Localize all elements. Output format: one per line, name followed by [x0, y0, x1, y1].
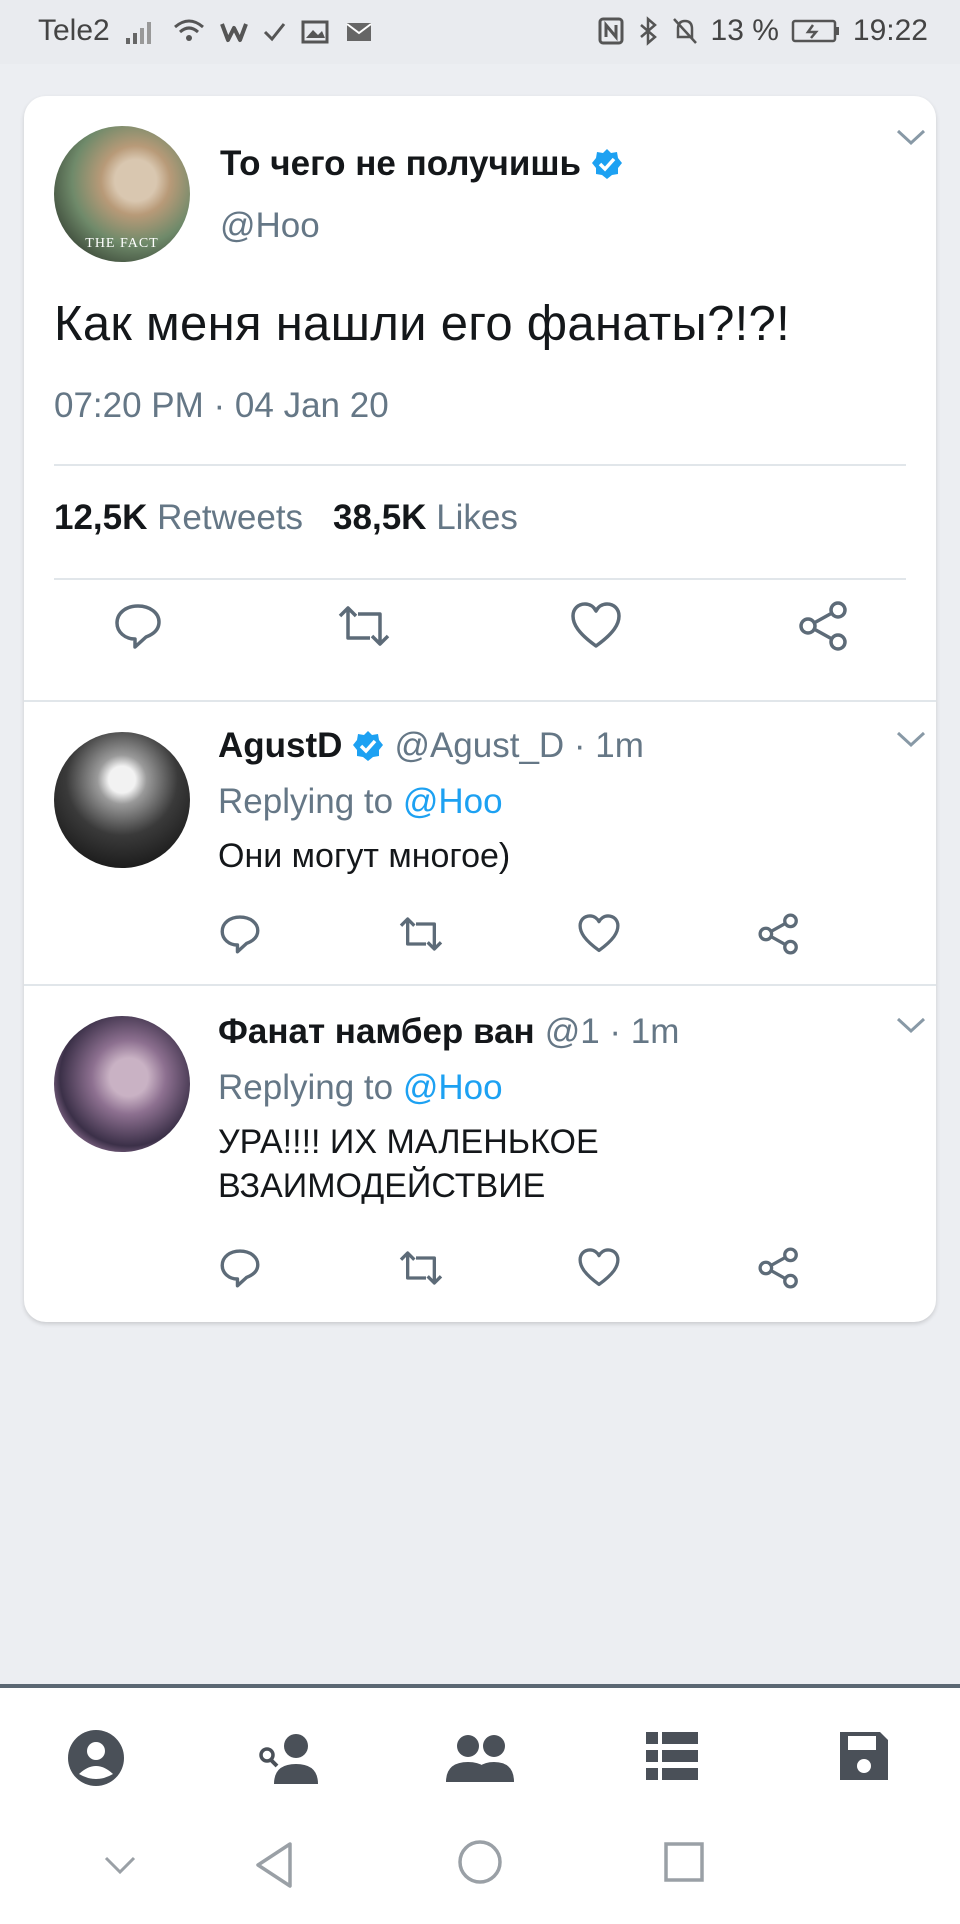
carrier-label: Tele2 [38, 14, 110, 47]
retweets-label: Retweets [157, 498, 304, 537]
retweets-stat[interactable]: 12,5K Retweets [54, 498, 303, 538]
likes-count: 38,5K [333, 498, 427, 537]
chevron-down-icon[interactable] [894, 728, 928, 750]
likes-stat[interactable]: 38,5K Likes [333, 498, 518, 538]
hide-chevron-icon[interactable] [100, 1850, 140, 1880]
tweet-timestamp: 07:20 PM · 04 Jan 20 [54, 386, 389, 425]
replying-to: Replying to @Hoo [218, 782, 503, 822]
chevron-down-icon[interactable] [894, 126, 928, 148]
signal-icon [125, 22, 151, 44]
list-icon[interactable] [644, 1728, 700, 1784]
reply-icon[interactable] [218, 1246, 262, 1290]
mute-bell-icon [672, 18, 697, 44]
retweet-icon[interactable] [396, 1246, 446, 1290]
divider [54, 578, 906, 580]
verified-badge-icon [592, 149, 623, 179]
reply-icon[interactable] [218, 912, 262, 956]
reply-avatar[interactable] [54, 732, 190, 868]
reply-icon[interactable] [112, 600, 164, 652]
profile-icon[interactable] [66, 1728, 126, 1788]
divider [54, 464, 906, 466]
nfc-icon [598, 17, 624, 45]
tweet-text: Как меня нашли его фанаты?!?! [54, 297, 790, 351]
separator [24, 700, 936, 702]
check-icon [263, 23, 285, 42]
reply-text: УРА!!!! ИХ МАЛЕНЬКОЕ ВЗАИМОДЕЙСТВИЕ [218, 1123, 599, 1205]
like-heart-icon[interactable] [576, 912, 622, 956]
author-name: То чего не получишь [220, 144, 582, 183]
share-icon[interactable] [756, 912, 802, 956]
reply-author-name: Фанат намбер ван [218, 1012, 535, 1051]
separator [24, 984, 936, 986]
gallery-notification-icon [301, 20, 329, 44]
author-avatar[interactable]: THE FACT [54, 126, 190, 262]
replying-to: Replying to @Hoo [218, 1068, 503, 1108]
like-heart-icon[interactable] [568, 600, 624, 652]
reply-handle-time: @Agust_D · 1m [394, 726, 644, 765]
author-handle[interactable]: @Hoo [220, 206, 320, 246]
reply-header[interactable]: AgustD @Agust_D · 1m [218, 726, 644, 766]
replying-prefix: Replying to [218, 782, 394, 821]
wattpad-icon [219, 23, 248, 42]
reply-handle-time: @1 · 1m [544, 1012, 680, 1051]
likes-label: Likes [436, 498, 518, 537]
clock: 19:22 [852, 14, 928, 47]
home-icon[interactable] [456, 1838, 504, 1886]
system-navigation-bar [0, 1820, 960, 1920]
battery-icon [791, 19, 839, 43]
group-icon[interactable] [444, 1728, 516, 1788]
find-user-icon[interactable] [256, 1728, 322, 1788]
reply-author-name: AgustD [218, 726, 343, 765]
replying-prefix: Replying to [218, 1068, 394, 1107]
save-icon[interactable] [836, 1728, 892, 1784]
share-icon[interactable] [756, 1246, 802, 1290]
back-icon[interactable] [252, 1840, 296, 1890]
tweet-thread-card: THE FACT То чего не получишь @Hoo Как ме… [24, 96, 936, 1322]
reply-header[interactable]: Фанат намбер ван @1 · 1m [218, 1012, 679, 1052]
reply-avatar[interactable] [54, 1016, 190, 1152]
mail-notification-icon [346, 23, 372, 41]
battery-percent: 13 % [710, 14, 779, 47]
like-heart-icon[interactable] [576, 1246, 622, 1290]
wifi-icon [173, 19, 204, 41]
author-name-row[interactable]: То чего не получишь [220, 144, 623, 184]
chevron-down-icon[interactable] [894, 1014, 928, 1036]
replying-to-link[interactable]: @Hoo [403, 782, 503, 821]
status-bar: Tele2 13 % 19:22 [0, 0, 960, 64]
share-icon[interactable] [796, 600, 852, 652]
replying-to-link[interactable]: @Hoo [403, 1068, 503, 1107]
retweet-icon[interactable] [334, 600, 394, 652]
reply-text: Они могут многое) [218, 837, 511, 875]
retweet-icon[interactable] [396, 912, 446, 956]
tweet-stats: 12,5K Retweets 38,5K Likes [54, 498, 518, 538]
recents-icon[interactable] [662, 1840, 706, 1884]
retweets-count: 12,5K [54, 498, 148, 537]
verified-badge-icon [353, 731, 384, 761]
bluetooth-icon [639, 16, 657, 46]
avatar-caption: THE FACT [85, 236, 159, 251]
